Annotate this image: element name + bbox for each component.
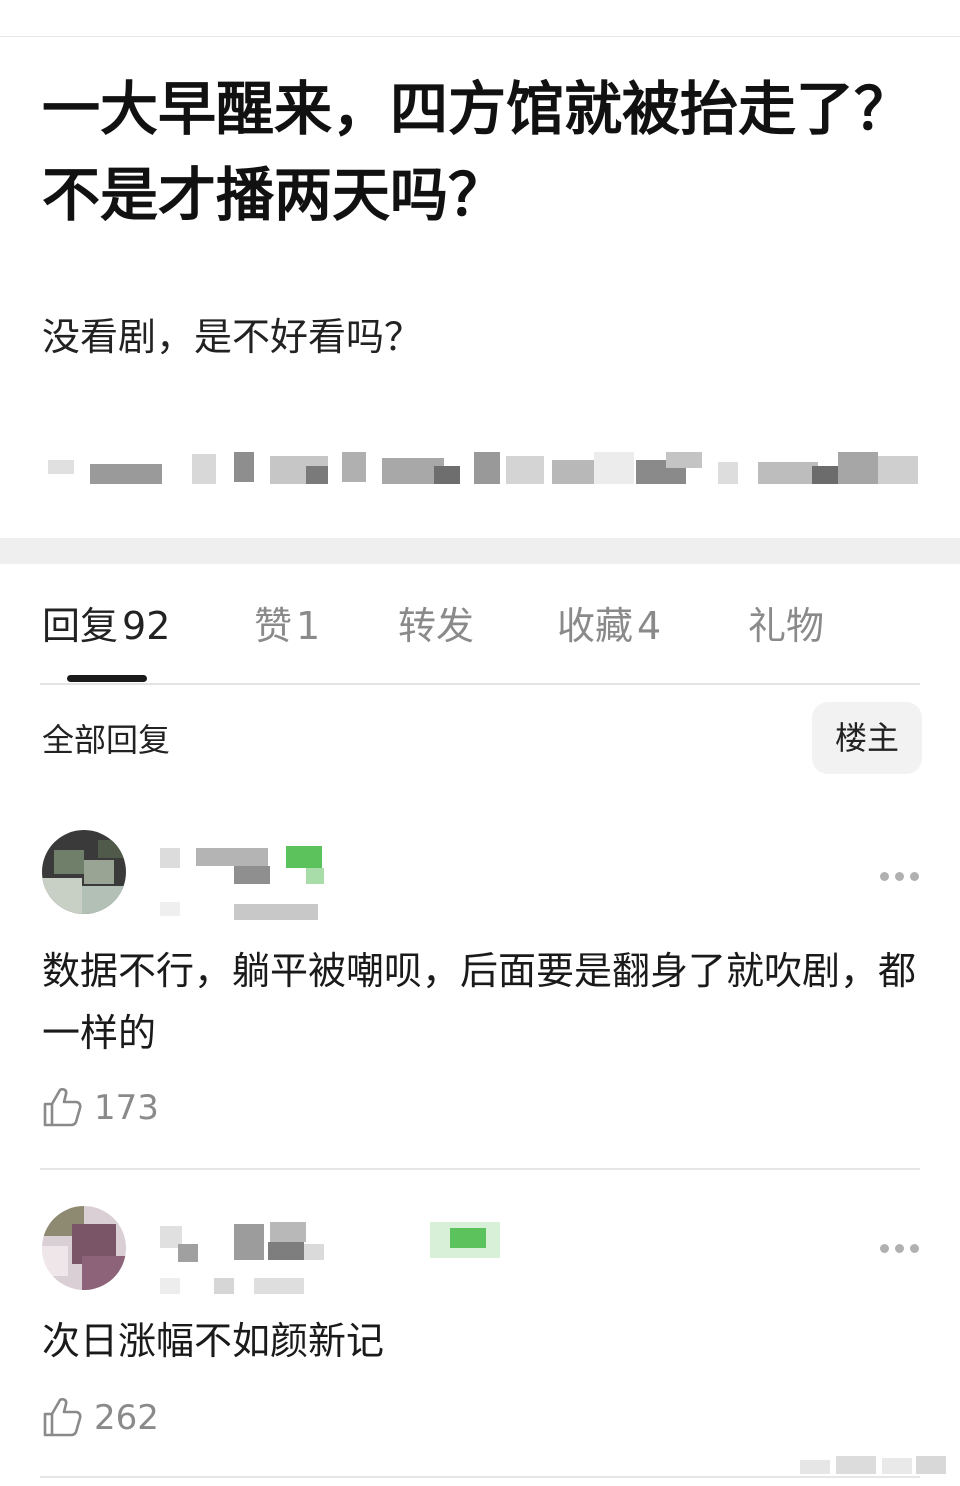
comment-divider bbox=[40, 1168, 920, 1170]
comment-text: 数据不行，躺平被嘲呗，后面要是翻身了就吹剧，都一样的 bbox=[42, 949, 917, 1055]
username-redacted[interactable] bbox=[160, 844, 360, 924]
username-redacted[interactable] bbox=[160, 1222, 510, 1302]
tab-likes-label: 赞 bbox=[254, 604, 293, 648]
tab-favorites-count: 4 bbox=[637, 604, 662, 648]
thumbs-up-icon bbox=[43, 1087, 82, 1127]
like-count: 173 bbox=[94, 1088, 159, 1128]
tab-favorites[interactable]: 收藏 4 bbox=[557, 596, 661, 656]
reply-tabs: 回复 92 赞1 转发 收藏 4 礼物 bbox=[0, 596, 960, 656]
tab-likes[interactable]: 赞1 bbox=[254, 596, 320, 656]
tab-gifts[interactable]: 礼物 bbox=[748, 596, 824, 656]
more-dots-icon[interactable] bbox=[876, 1242, 922, 1254]
post-detail-page: 一大早醒来，四方馆就被抬走了？不是才播两天吗？ 没看剧，是不好看吗？ 回复 92 … bbox=[0, 0, 960, 1486]
post-title: 一大早醒来，四方馆就被抬走了？不是才播两天吗？ bbox=[42, 75, 913, 229]
tab-reposts[interactable]: 转发 bbox=[398, 596, 474, 656]
tab-likes-count: 1 bbox=[296, 604, 321, 648]
tab-favorites-label: 收藏 bbox=[557, 604, 634, 648]
op-only-button[interactable]: 楼主 bbox=[812, 702, 922, 774]
thumbs-up-icon bbox=[43, 1397, 82, 1437]
comment-divider bbox=[40, 1476, 920, 1478]
watermark-redacted bbox=[800, 1456, 948, 1478]
tab-replies-label: 回复 bbox=[42, 604, 119, 648]
avatar[interactable] bbox=[42, 830, 126, 914]
comment-text: 次日涨幅不如颜新记 bbox=[42, 1319, 385, 1363]
active-tab-indicator bbox=[67, 675, 147, 682]
tab-gifts-label: 礼物 bbox=[748, 604, 825, 648]
avatar[interactable] bbox=[42, 1206, 126, 1290]
tab-reposts-label: 转发 bbox=[398, 604, 475, 648]
tab-replies-count: 92 bbox=[122, 604, 171, 648]
all-replies-label: 全部回复 bbox=[42, 721, 171, 759]
post-body: 没看剧，是不好看吗？ bbox=[42, 315, 423, 359]
more-dots-icon[interactable] bbox=[876, 870, 922, 882]
tabs-divider bbox=[40, 683, 920, 685]
like-count: 262 bbox=[94, 1398, 159, 1438]
top-divider bbox=[0, 36, 960, 37]
post-meta-redacted bbox=[42, 452, 922, 486]
section-separator bbox=[0, 538, 960, 564]
tab-replies[interactable]: 回复 92 bbox=[42, 596, 170, 656]
